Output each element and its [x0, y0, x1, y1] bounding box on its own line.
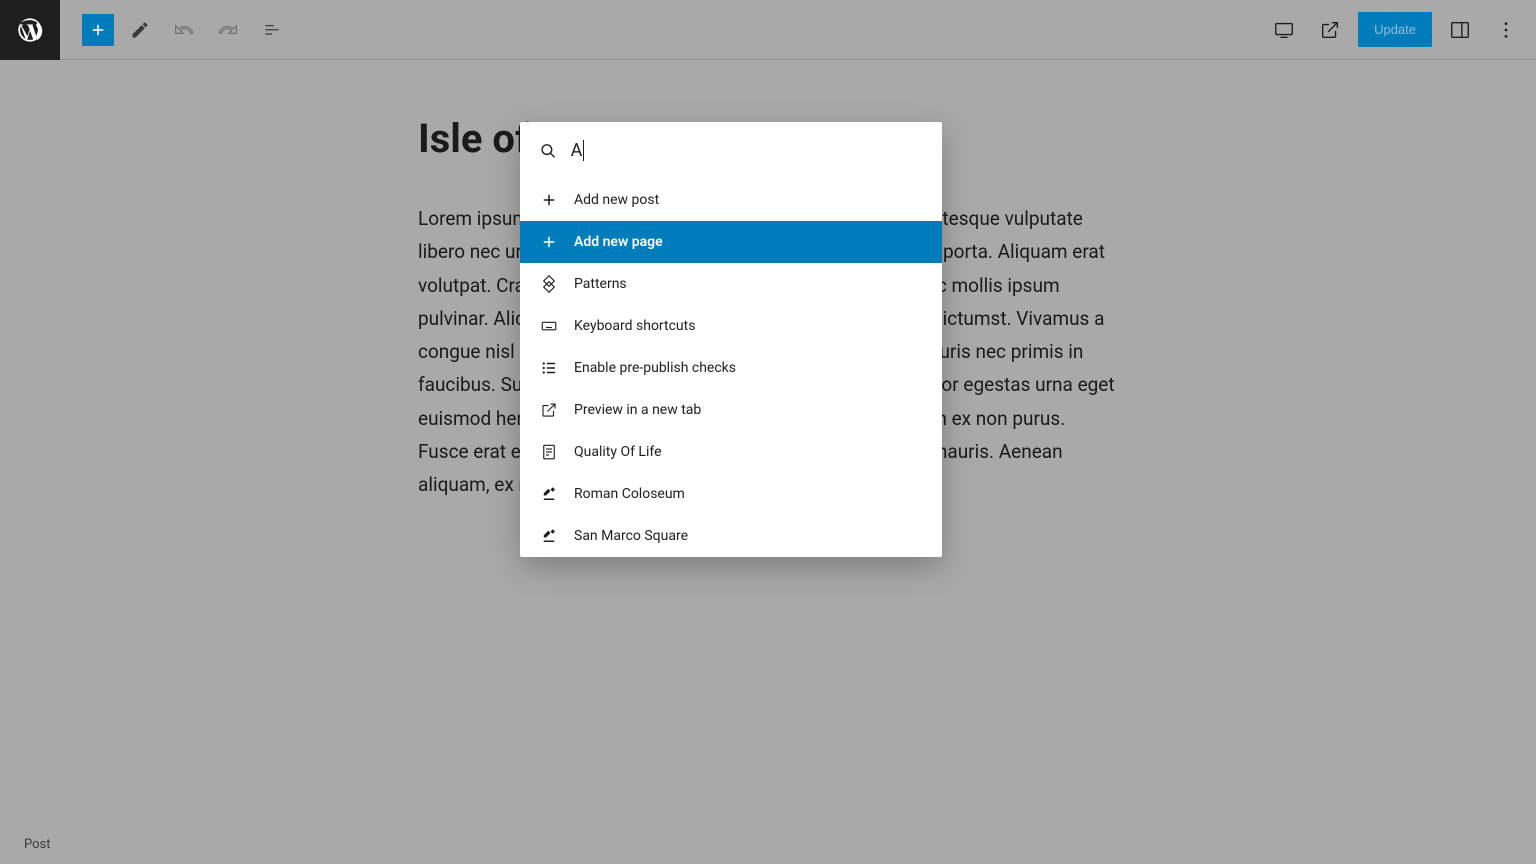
post-icon	[540, 527, 558, 545]
checklist-icon	[540, 359, 558, 377]
page-icon	[540, 443, 558, 461]
command-item-patterns[interactable]: Patterns	[520, 263, 942, 305]
command-item-roman-coloseum[interactable]: Roman Coloseum	[520, 473, 942, 515]
command-item-quality-of-life[interactable]: Quality Of Life	[520, 431, 942, 473]
plus-icon	[540, 233, 558, 251]
command-results-list: Add new post Add new page Patterns Keybo…	[520, 179, 942, 557]
command-item-label: Enable pre-publish checks	[574, 360, 736, 376]
command-item-add-new-post[interactable]: Add new post	[520, 179, 942, 221]
command-item-add-new-page[interactable]: Add new page	[520, 221, 942, 263]
command-item-preview-new-tab[interactable]: Preview in a new tab	[520, 389, 942, 431]
post-icon	[540, 485, 558, 503]
command-item-label: Keyboard shortcuts	[574, 318, 695, 334]
command-item-label: Quality Of Life	[574, 444, 662, 460]
search-icon	[540, 142, 557, 160]
command-item-label: Add new page	[574, 234, 663, 250]
command-item-label: Patterns	[574, 276, 627, 292]
patterns-icon	[540, 275, 558, 293]
command-item-label: Preview in a new tab	[574, 402, 701, 418]
keyboard-icon	[540, 317, 558, 335]
command-search-row: A	[520, 122, 942, 179]
command-palette-overlay: A Add new post Add new page Patterns Key…	[0, 0, 1536, 864]
external-icon	[540, 401, 558, 419]
command-item-label: Add new post	[574, 192, 659, 208]
command-item-label: San Marco Square	[574, 528, 688, 544]
command-item-label: Roman Coloseum	[574, 486, 685, 502]
command-palette: A Add new post Add new page Patterns Key…	[520, 122, 942, 557]
command-item-keyboard-shortcuts[interactable]: Keyboard shortcuts	[520, 305, 942, 347]
command-search-input[interactable]: A	[571, 140, 922, 161]
command-item-prepublish-checks[interactable]: Enable pre-publish checks	[520, 347, 942, 389]
plus-icon	[540, 191, 558, 209]
command-search-value: A	[571, 140, 585, 161]
command-item-san-marco-square[interactable]: San Marco Square	[520, 515, 942, 557]
